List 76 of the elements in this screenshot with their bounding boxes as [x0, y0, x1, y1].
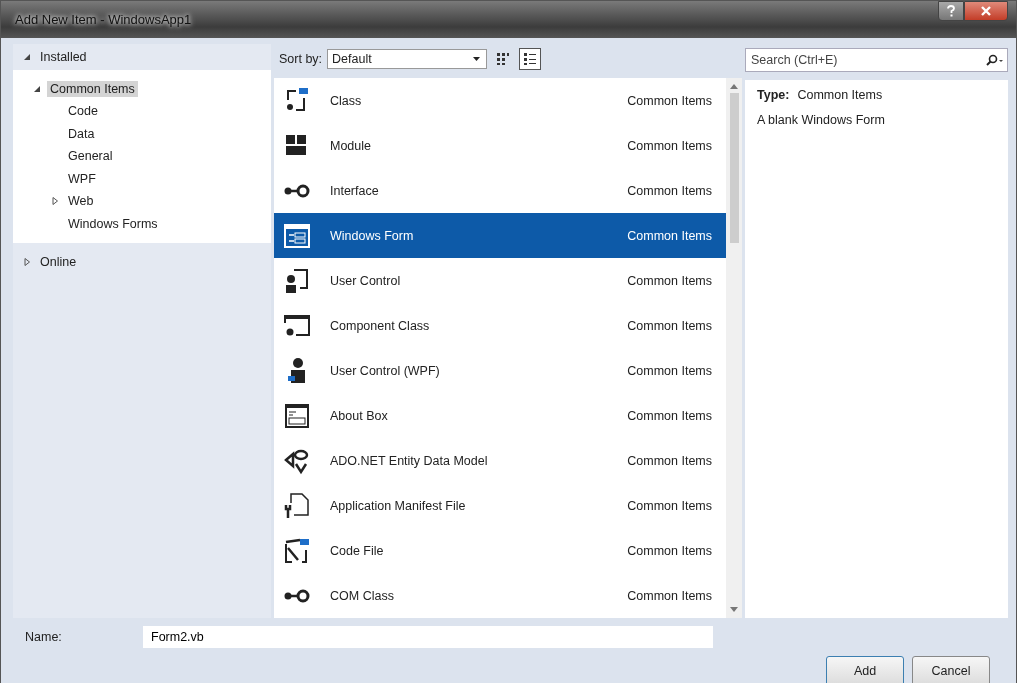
window-title: Add New Item - WindowsApp1 [15, 12, 192, 27]
tree-label: Online [39, 254, 78, 270]
item-name: About Box [330, 408, 389, 423]
collapsed-arrow-icon [23, 258, 31, 266]
scroll-down-icon[interactable] [730, 607, 738, 612]
name-label: Name: [24, 630, 63, 644]
type-label: Type: [757, 88, 790, 102]
scroll-thumb[interactable] [729, 93, 739, 243]
item-description: A blank Windows Form [757, 113, 886, 127]
item-category: Common Items [627, 273, 712, 288]
template-list-item[interactable]: User Control (WPF) Common Items [274, 348, 726, 393]
item-category: Common Items [627, 498, 712, 513]
tree-item[interactable]: General [65, 148, 116, 165]
tree-item[interactable]: Code [65, 103, 101, 120]
item-category: Common Items [627, 408, 712, 423]
template-list-item[interactable]: Class Common Items [274, 78, 726, 123]
item-category: Common Items [627, 228, 712, 243]
help-button[interactable] [938, 1, 964, 21]
item-name: Windows Form [330, 228, 415, 243]
item-name: Code File [330, 543, 385, 558]
list-view-button[interactable] [519, 48, 542, 70]
template-list-item[interactable]: Application Manifest File Common Items [274, 483, 726, 528]
search-field[interactable]: Search (Ctrl+E) [745, 48, 1008, 72]
item-name: COM Class [330, 588, 395, 603]
tree-item[interactable]: Online [13, 249, 271, 275]
tree-item[interactable]: Web [65, 193, 97, 210]
template-list-item[interactable]: Interface Common Items [274, 168, 726, 213]
expanded-arrow-icon [33, 85, 41, 93]
expanded-arrow-icon [23, 53, 31, 61]
collapsed-arrow-icon [51, 197, 59, 206]
sort-label: Sort by: [279, 52, 323, 66]
add-button[interactable]: Add [826, 656, 904, 683]
list-icon [523, 52, 538, 66]
name-input[interactable]: Form2.vb [143, 626, 713, 648]
close-button[interactable] [964, 1, 1008, 21]
item-category: Common Items [627, 363, 712, 378]
template-list-item[interactable]: Component Class Common Items [274, 303, 726, 348]
tree-item[interactable]: WPF [65, 170, 99, 187]
search-icon [986, 54, 1004, 66]
scrollbar[interactable] [726, 78, 742, 618]
tree-item[interactable]: Common Items [47, 81, 138, 97]
tree-label: Installed [39, 49, 88, 65]
template-list-item[interactable]: User Control Common Items [274, 258, 726, 303]
dropdown-arrow-icon [473, 57, 481, 61]
tree-item[interactable]: Data [65, 125, 98, 142]
sort-dropdown[interactable]: Default [327, 49, 488, 69]
template-list-item[interactable]: About Box Common Items [274, 393, 726, 438]
template-list-item[interactable]: Windows Form Common Items [274, 213, 726, 258]
item-category: Common Items [627, 318, 712, 333]
item-category: Common Items [627, 543, 712, 558]
grid-icon [496, 52, 511, 66]
item-category: Common Items [627, 93, 712, 108]
template-list-item[interactable]: Code File Common Items [274, 528, 726, 573]
item-name: Module [330, 138, 372, 153]
item-category: Common Items [627, 138, 712, 153]
item-name: User Control [330, 273, 402, 288]
item-category: Common Items [627, 588, 712, 603]
item-name: User Control (WPF) [330, 363, 441, 378]
type-value: Common Items [797, 88, 883, 102]
item-name: Component Class [330, 318, 431, 333]
item-name: ADO.NET Entity Data Model [330, 453, 489, 468]
item-name: Class [330, 93, 363, 108]
close-icon [980, 5, 992, 17]
document-wrench-icon [282, 490, 312, 521]
template-list-item[interactable]: COM Class Common Items [274, 573, 726, 618]
tree-item[interactable]: Installed [13, 44, 271, 70]
item-category: Common Items [627, 183, 712, 198]
scroll-up-icon[interactable] [730, 84, 738, 89]
help-icon [946, 5, 956, 17]
item-name: Interface [330, 183, 380, 198]
template-list-item[interactable]: Module Common Items [274, 123, 726, 168]
item-name: Application Manifest File [330, 498, 467, 513]
cancel-button[interactable]: Cancel [912, 656, 990, 683]
item-category: Common Items [627, 453, 712, 468]
tree-item[interactable]: Windows Forms [65, 215, 161, 232]
template-list-item[interactable]: ADO.NET Entity Data Model Common Items [274, 438, 726, 483]
